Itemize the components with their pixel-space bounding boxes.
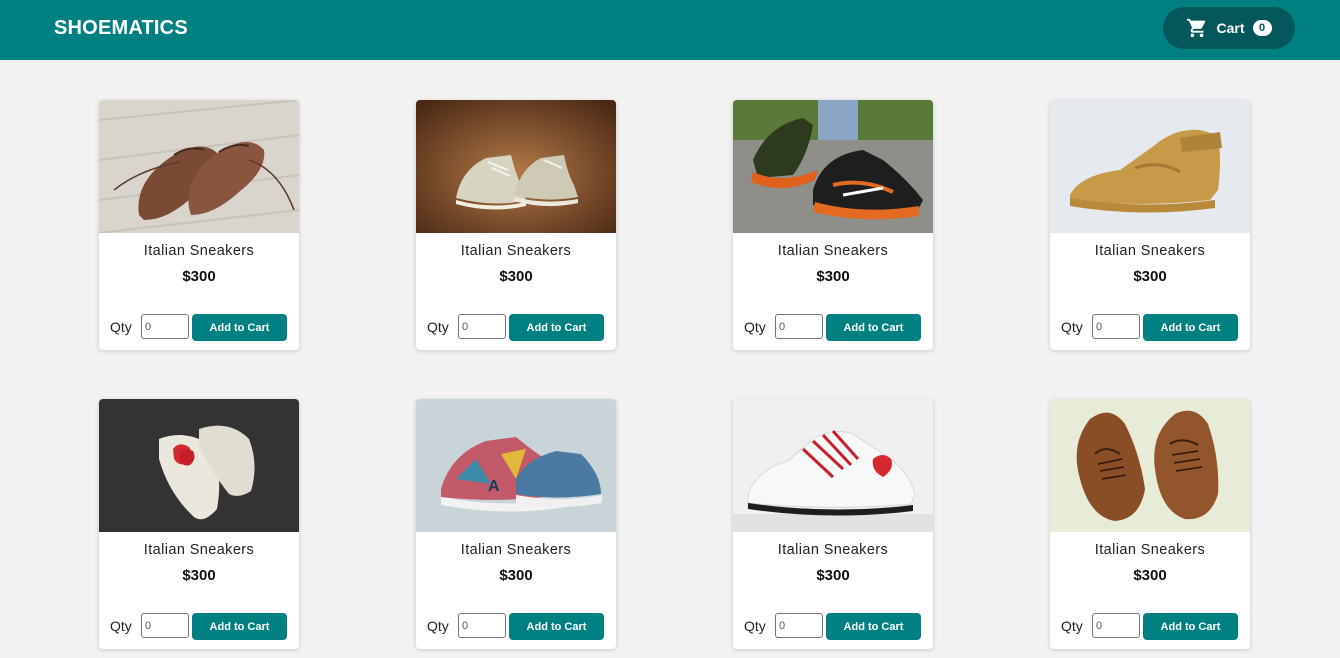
product-card: Italian Sneakers $300 Qty Add to Cart bbox=[1050, 100, 1250, 350]
product-image-brown-oxford-shoes[interactable] bbox=[99, 100, 299, 233]
product-image-high-top-canvas-sneakers[interactable] bbox=[416, 100, 616, 233]
product-title: Italian Sneakers bbox=[1094, 243, 1206, 259]
product-price: $300 bbox=[816, 567, 850, 584]
product-title: Italian Sneakers bbox=[460, 542, 572, 558]
add-to-cart-button[interactable]: Add to Cart bbox=[509, 613, 604, 640]
brand-logo-text[interactable]: SHOEMATICS bbox=[54, 17, 188, 40]
add-to-cart-button[interactable]: Add to Cart bbox=[826, 613, 921, 640]
top-navbar: SHOEMATICS Cart 0 bbox=[0, 0, 1340, 60]
add-to-cart-button[interactable]: Add to Cart bbox=[1143, 314, 1238, 341]
qty-input[interactable] bbox=[141, 314, 189, 339]
qty-label: Qty bbox=[110, 618, 132, 634]
shopping-cart-icon bbox=[1187, 18, 1206, 38]
product-price: $300 bbox=[816, 268, 850, 285]
cart-button[interactable]: Cart 0 bbox=[1163, 7, 1295, 49]
cart-label: Cart bbox=[1216, 20, 1245, 36]
product-price: $300 bbox=[1133, 268, 1167, 285]
add-to-cart-button[interactable]: Add to Cart bbox=[826, 314, 921, 341]
product-image-tan-high-top-sneaker[interactable] bbox=[1050, 100, 1250, 233]
product-image-white-heart-sneakers[interactable] bbox=[99, 399, 299, 532]
qty-label: Qty bbox=[427, 319, 449, 335]
qty-label: Qty bbox=[1061, 618, 1083, 634]
product-image-orange-running-shoes[interactable] bbox=[733, 100, 933, 233]
product-title: Italian Sneakers bbox=[143, 243, 255, 259]
qty-label: Qty bbox=[1061, 319, 1083, 335]
qty-input[interactable] bbox=[458, 314, 506, 339]
add-to-cart-button[interactable]: Add to Cart bbox=[509, 314, 604, 341]
cart-count-badge: 0 bbox=[1252, 20, 1272, 36]
qty-input[interactable] bbox=[1092, 613, 1140, 638]
product-title: Italian Sneakers bbox=[143, 542, 255, 558]
qty-input[interactable] bbox=[1092, 314, 1140, 339]
product-card: A Italian Sneakers $300 Qty Add to Cart bbox=[416, 399, 616, 649]
product-card: Italian Sneakers $300 Qty Add to Cart bbox=[1050, 399, 1250, 649]
product-image-brown-leather-shoes[interactable] bbox=[1050, 399, 1250, 532]
add-to-cart-button[interactable]: Add to Cart bbox=[1143, 613, 1238, 640]
product-card: Italian Sneakers $300 Qty Add to Cart bbox=[733, 100, 933, 350]
product-price: $300 bbox=[1133, 567, 1167, 584]
add-to-cart-button[interactable]: Add to Cart bbox=[192, 314, 287, 341]
product-title: Italian Sneakers bbox=[460, 243, 572, 259]
qty-input[interactable] bbox=[775, 613, 823, 638]
product-card: Italian Sneakers $300 Qty Add to Cart bbox=[99, 399, 299, 649]
product-title: Italian Sneakers bbox=[1094, 542, 1206, 558]
qty-label: Qty bbox=[744, 319, 766, 335]
qty-input[interactable] bbox=[141, 613, 189, 638]
qty-input[interactable] bbox=[775, 314, 823, 339]
qty-input[interactable] bbox=[458, 613, 506, 638]
product-price: $300 bbox=[499, 268, 533, 285]
qty-label: Qty bbox=[427, 618, 449, 634]
product-price: $300 bbox=[182, 567, 216, 584]
qty-label: Qty bbox=[744, 618, 766, 634]
product-title: Italian Sneakers bbox=[777, 542, 889, 558]
svg-text:A: A bbox=[488, 478, 500, 495]
product-card: Italian Sneakers $300 Qty Add to Cart bbox=[733, 399, 933, 649]
product-image-white-red-lace-sneaker[interactable] bbox=[733, 399, 933, 532]
product-price: $300 bbox=[182, 268, 216, 285]
qty-label: Qty bbox=[110, 319, 132, 335]
product-card: Italian Sneakers $300 Qty Add to Cart bbox=[99, 100, 299, 350]
add-to-cart-button[interactable]: Add to Cart bbox=[192, 613, 287, 640]
product-title: Italian Sneakers bbox=[777, 243, 889, 259]
product-card: Italian Sneakers $300 Qty Add to Cart bbox=[416, 100, 616, 350]
product-price: $300 bbox=[499, 567, 533, 584]
product-image-patterned-sneakers[interactable]: A bbox=[416, 399, 616, 532]
